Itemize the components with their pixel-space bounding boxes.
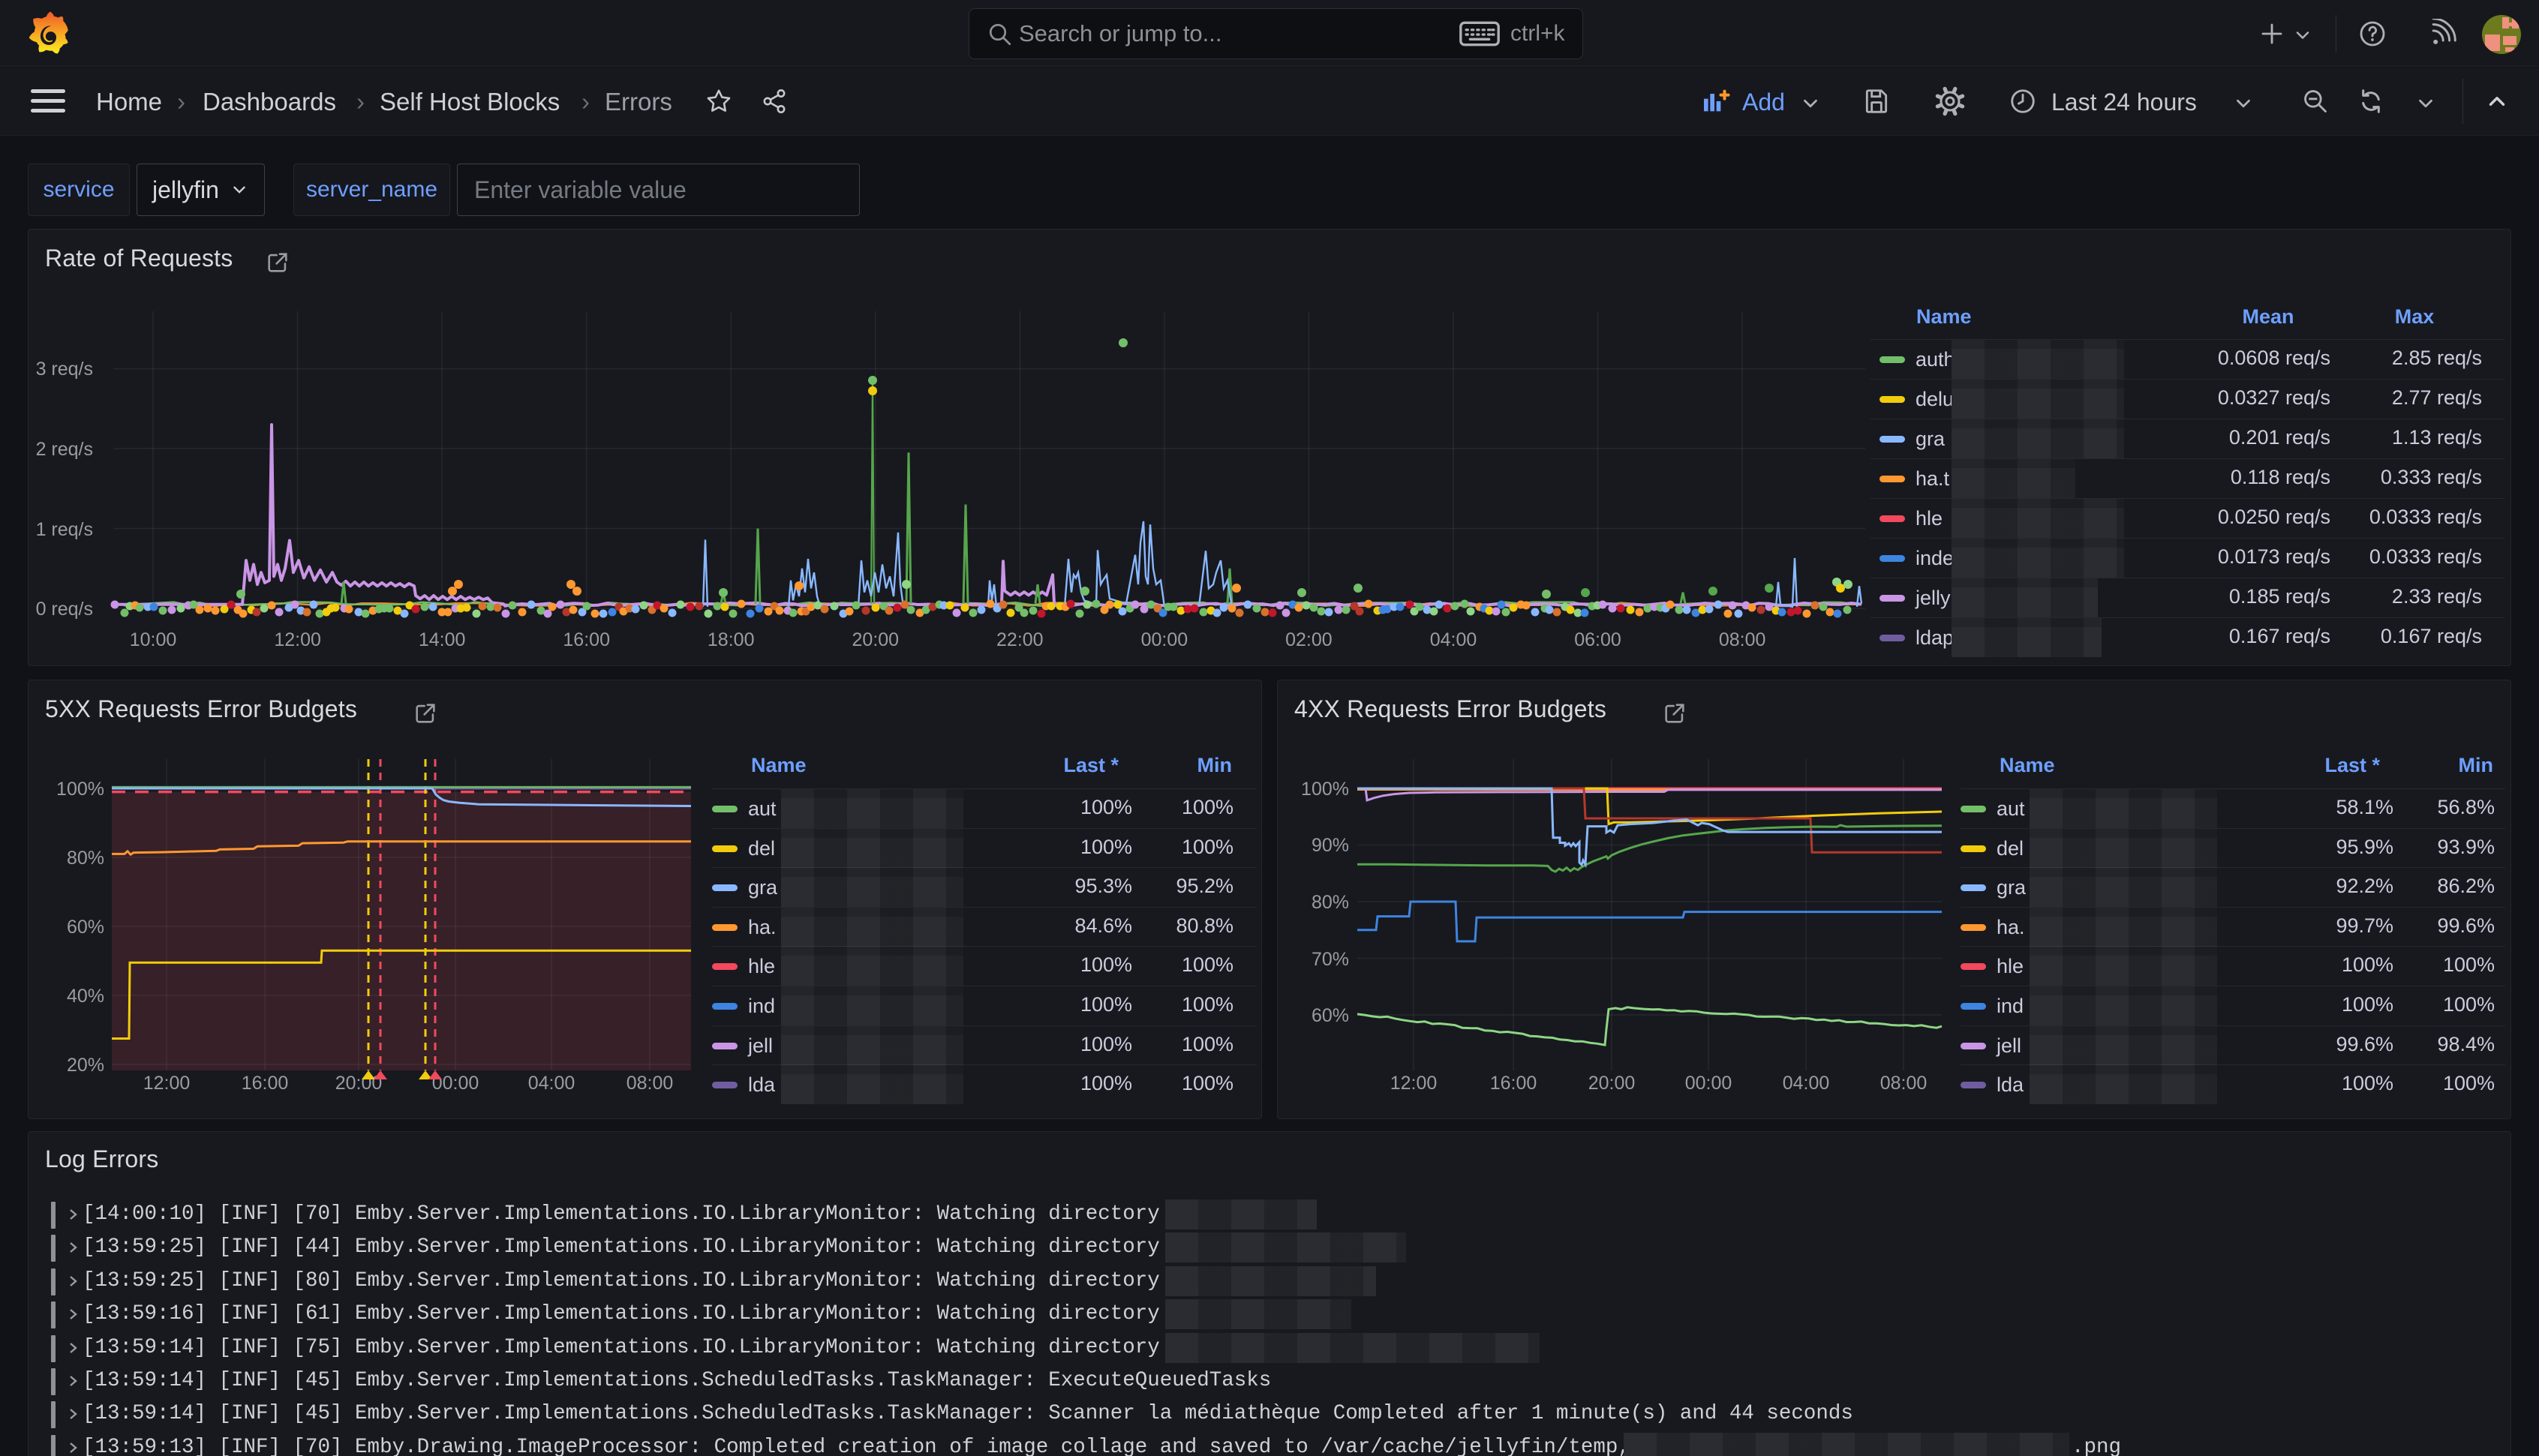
svg-text:16:00: 16:00 bbox=[242, 1073, 289, 1094]
svg-text:12:00: 12:00 bbox=[274, 629, 321, 650]
svg-text:08:00: 08:00 bbox=[626, 1073, 674, 1094]
svg-text:20:00: 20:00 bbox=[852, 629, 900, 650]
svg-text:100%: 100% bbox=[56, 779, 104, 800]
svg-text:60%: 60% bbox=[67, 917, 104, 938]
svg-text:22:00: 22:00 bbox=[996, 629, 1044, 650]
svg-text:16:00: 16:00 bbox=[563, 629, 610, 650]
svg-text:04:00: 04:00 bbox=[528, 1073, 575, 1094]
svg-text:08:00: 08:00 bbox=[1719, 629, 1766, 650]
svg-text:90%: 90% bbox=[1312, 835, 1349, 856]
svg-text:10:00: 10:00 bbox=[130, 629, 177, 650]
svg-text:0 req/s: 0 req/s bbox=[36, 599, 93, 620]
svg-text:1 req/s: 1 req/s bbox=[36, 519, 93, 540]
svg-text:04:00: 04:00 bbox=[1783, 1073, 1830, 1094]
svg-text:3 req/s: 3 req/s bbox=[36, 359, 93, 380]
svg-text:02:00: 02:00 bbox=[1285, 629, 1333, 650]
svg-text:20:00: 20:00 bbox=[1588, 1073, 1636, 1094]
svg-text:80%: 80% bbox=[67, 848, 104, 869]
svg-text:60%: 60% bbox=[1312, 1005, 1349, 1026]
svg-text:12:00: 12:00 bbox=[143, 1073, 191, 1094]
svg-text:20:00: 20:00 bbox=[335, 1073, 383, 1094]
svg-text:40%: 40% bbox=[67, 986, 104, 1007]
svg-text:08:00: 08:00 bbox=[1880, 1073, 1928, 1094]
svg-text:00:00: 00:00 bbox=[1141, 629, 1188, 650]
svg-text:2 req/s: 2 req/s bbox=[36, 439, 93, 460]
svg-text:12:00: 12:00 bbox=[1390, 1073, 1438, 1094]
svg-text:14:00: 14:00 bbox=[419, 629, 466, 650]
svg-text:00:00: 00:00 bbox=[1685, 1073, 1732, 1094]
svg-text:18:00: 18:00 bbox=[708, 629, 755, 650]
svg-text:100%: 100% bbox=[1301, 779, 1349, 800]
svg-text:20%: 20% bbox=[67, 1055, 104, 1076]
svg-text:06:00: 06:00 bbox=[1574, 629, 1621, 650]
svg-text:70%: 70% bbox=[1312, 949, 1349, 970]
svg-text:16:00: 16:00 bbox=[1490, 1073, 1537, 1094]
svg-text:04:00: 04:00 bbox=[1430, 629, 1477, 650]
svg-text:80%: 80% bbox=[1312, 892, 1349, 913]
